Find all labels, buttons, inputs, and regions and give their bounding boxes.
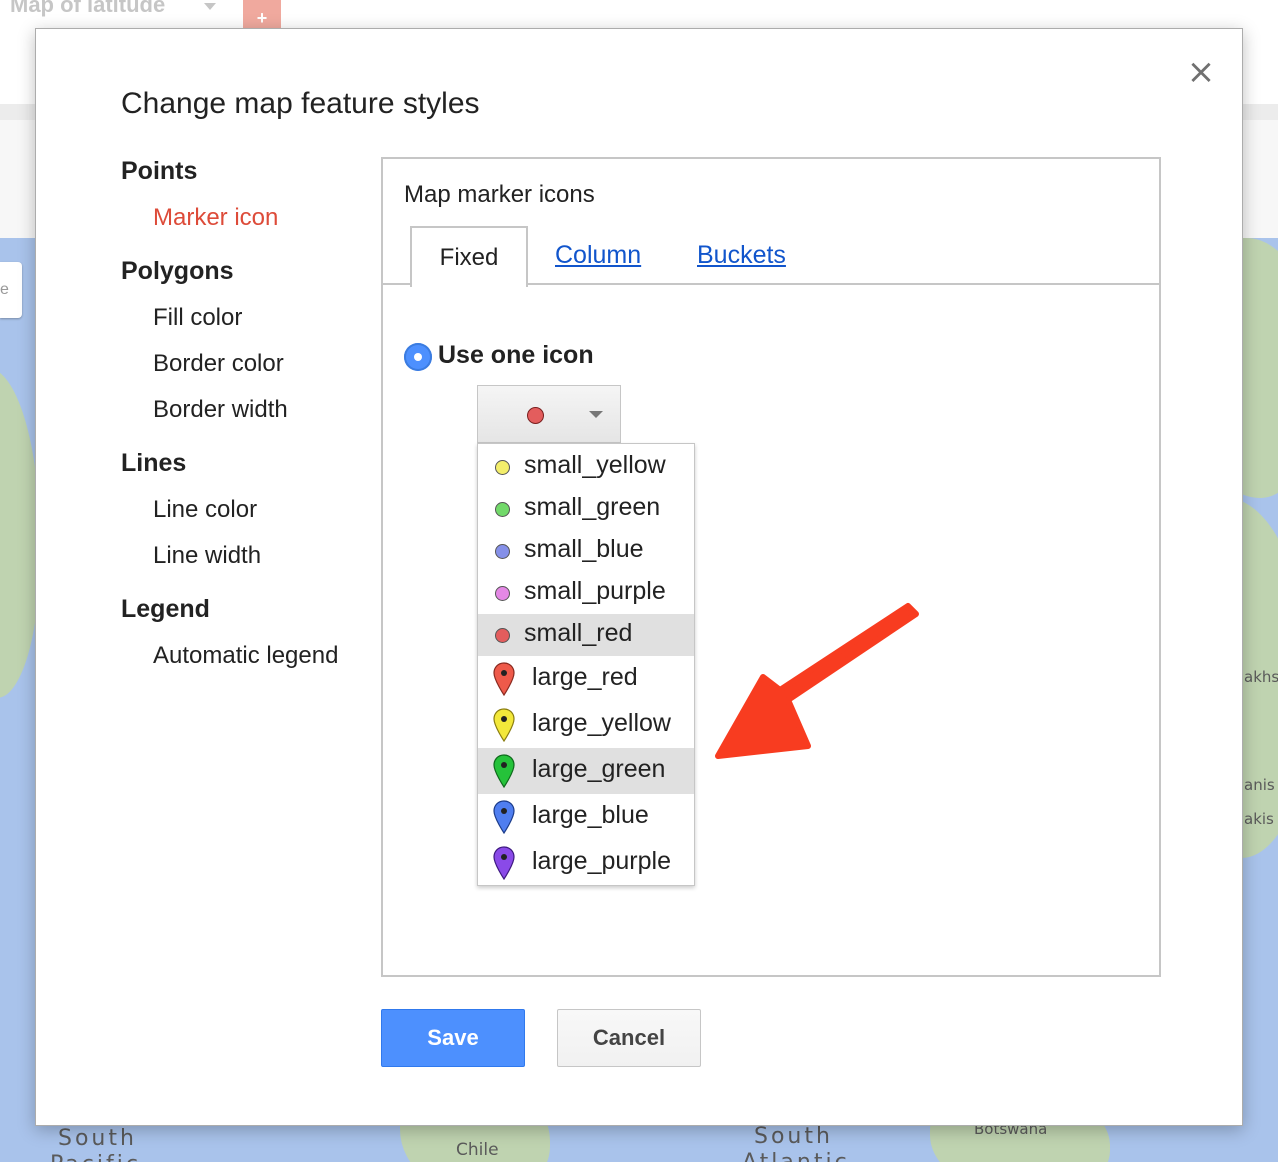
nav-item-line-width[interactable]: Line width: [153, 542, 261, 570]
map-label: Atlantic: [742, 1150, 850, 1162]
small-dot-icon: [495, 502, 510, 517]
nav-section-legend: Legend: [121, 595, 210, 623]
map-label: akis: [1244, 810, 1274, 828]
dialog-title: Change map feature styles: [121, 87, 480, 120]
icon-option-large-green[interactable]: large_green: [478, 748, 694, 794]
option-label: small_red: [524, 619, 633, 647]
nav-item-line-color[interactable]: Line color: [153, 496, 257, 524]
radio-selected-dot: [414, 353, 422, 361]
icon-option-small-yellow[interactable]: small_yellow: [478, 446, 694, 488]
map-label: Chile: [456, 1140, 499, 1160]
icon-option-large-yellow[interactable]: large_yellow: [478, 702, 694, 748]
option-label: large_purple: [532, 847, 671, 875]
marker-icons-panel: Map marker icons Fixed Column Buckets Us…: [381, 157, 1161, 977]
map-label: Pacific: [50, 1152, 141, 1162]
small-dot-icon: [495, 586, 510, 601]
map-label: South: [754, 1124, 833, 1149]
icon-option-large-red[interactable]: large_red: [478, 656, 694, 702]
close-icon[interactable]: ×: [1186, 55, 1216, 89]
nav-section-points: Points: [121, 157, 198, 185]
option-label: small_blue: [524, 535, 644, 563]
icon-option-small-blue[interactable]: small_blue: [478, 530, 694, 572]
icon-option-small-green[interactable]: small_green: [478, 488, 694, 530]
option-label: small_green: [524, 493, 661, 521]
map-label: South: [58, 1126, 137, 1151]
option-label: large_yellow: [532, 709, 671, 737]
option-label: large_green: [532, 755, 666, 783]
map-side-chip[interactable]: e: [0, 262, 22, 318]
option-label: large_red: [532, 663, 638, 691]
map-pin-icon: [493, 708, 515, 742]
icon-option-large-purple[interactable]: large_purple: [478, 840, 694, 885]
icon-dropdown-list: small_yellow small_green small_blue smal…: [477, 443, 695, 886]
tab-column[interactable]: Column: [555, 241, 641, 270]
cancel-button[interactable]: Cancel: [557, 1009, 701, 1067]
icon-option-small-purple[interactable]: small_purple: [478, 572, 694, 614]
map-title[interactable]: Map of latitude: [10, 0, 165, 18]
nav-item-border-width[interactable]: Border width: [153, 396, 288, 424]
panel-title: Map marker icons: [404, 181, 595, 208]
nav-item-fill-color[interactable]: Fill color: [153, 304, 242, 332]
map-label: anis: [1244, 776, 1275, 794]
icon-select[interactable]: [477, 385, 621, 443]
chevron-down-icon: [589, 411, 603, 418]
nav-item-marker-icon[interactable]: Marker icon: [153, 204, 278, 232]
save-button[interactable]: Save: [381, 1009, 525, 1067]
nav-section-lines: Lines: [121, 449, 187, 477]
title-dropdown-icon[interactable]: [204, 3, 216, 10]
tab-fixed[interactable]: Fixed: [410, 226, 528, 287]
map-pin-icon: [493, 662, 515, 696]
map-land: [0, 368, 40, 698]
tab-buckets[interactable]: Buckets: [697, 241, 786, 270]
selected-icon-preview: [527, 407, 544, 424]
small-dot-icon: [495, 544, 510, 559]
option-label: large_blue: [532, 801, 649, 829]
small-dot-icon: [495, 628, 510, 643]
map-pin-icon: [493, 754, 515, 788]
small-dot-icon: [495, 460, 510, 475]
nav-item-border-color[interactable]: Border color: [153, 350, 284, 378]
icon-option-large-blue[interactable]: large_blue: [478, 794, 694, 840]
radio-label[interactable]: Use one icon: [438, 341, 594, 370]
add-tab-button[interactable]: +: [243, 0, 281, 28]
map-pin-icon: [493, 846, 515, 880]
option-label: small_purple: [524, 577, 666, 605]
nav-item-automatic-legend[interactable]: Automatic legend: [153, 642, 338, 670]
option-label: small_yellow: [524, 451, 666, 479]
style-dialog: × Change map feature styles Points Marke…: [35, 28, 1243, 1126]
icon-option-small-red[interactable]: small_red: [478, 614, 694, 656]
use-one-icon-radio[interactable]: [404, 343, 432, 371]
nav-section-polygons: Polygons: [121, 257, 234, 285]
map-pin-icon: [493, 800, 515, 834]
map-label: akhs: [1244, 668, 1278, 686]
